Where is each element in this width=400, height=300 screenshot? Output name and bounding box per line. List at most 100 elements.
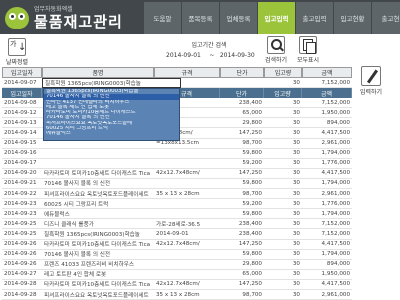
cell-qty[interactable]: 30 — [264, 169, 302, 178]
cell-amount[interactable]: 7,152,000 — [302, 229, 352, 238]
cell-qty[interactable]: 30 — [264, 139, 302, 148]
cell-amount[interactable]: 7,152,000 — [302, 219, 352, 228]
cell-price[interactable]: 238,400 — [220, 219, 264, 228]
cell-amount[interactable]: 7,152,000 — [302, 78, 352, 87]
tab-stock-in[interactable]: 입고입력 — [258, 2, 295, 34]
cell-amount[interactable]: 1,950,000 — [302, 270, 352, 279]
cell-spec[interactable] — [154, 179, 220, 188]
cell-name[interactable]: 피셔프라이스요요 옥토넛옥토포드플레이세트 — [42, 290, 154, 299]
cell-name[interactable]: 에듀블럭스 — [42, 209, 154, 218]
cell-qty[interactable]: 30 — [264, 78, 302, 87]
cell-price[interactable]: 59,200 — [220, 159, 264, 168]
tab-stock-in-status[interactable]: 입고현황 — [334, 2, 371, 34]
cell-qty[interactable]: 30 — [264, 240, 302, 249]
cell-date[interactable]: 2014-09-26 — [2, 250, 42, 259]
cell-spec[interactable] — [154, 250, 220, 259]
cell-date[interactable]: 2014-09-22 — [2, 189, 42, 198]
cell-amount[interactable]: 4,417,500 — [302, 128, 352, 137]
cell-price[interactable] — [220, 78, 264, 87]
table-row[interactable]: 2014-09-17 59,200 30 1,776,000 — [2, 159, 352, 169]
cell-price[interactable]: 29,800 — [220, 118, 264, 127]
cell-spec[interactable]: 35 x 13 x 28cm — [154, 290, 220, 299]
cell-spec[interactable] — [154, 209, 220, 218]
cell-spec[interactable]: 42x12.7x48cm/ — [154, 280, 220, 289]
cell-price[interactable]: 98,700 — [220, 189, 264, 198]
cell-qty[interactable]: 30 — [264, 179, 302, 188]
cell-amount[interactable]: 894,000 — [302, 260, 352, 269]
table-row[interactable]: 2014-09-26 타카라토미 토미카10층세트 다이캐스트 Tica 42x12… — [2, 240, 352, 250]
cell-spec[interactable]: 35 x 13 x 28cm — [154, 189, 220, 198]
cell-spec[interactable] — [154, 260, 220, 269]
table-row[interactable]: 2014-09-23 60025 시티 그랑프리 트럭 59,200 30 1,776,… — [2, 199, 352, 210]
cell-price[interactable]: 29,800 — [220, 260, 264, 269]
table-row[interactable]: 2014-09-16 59,800 30 1,794,000 — [2, 149, 352, 159]
cell-qty[interactable]: 30 — [264, 149, 302, 158]
cell-qty[interactable]: 30 — [264, 270, 302, 279]
cell-spec[interactable]: 2014-09-01 — [154, 229, 220, 238]
cell-date[interactable]: 2014-09-25 — [2, 219, 42, 228]
date-to-field[interactable]: 2014-09-30 — [220, 52, 258, 59]
tab-stock-out-status[interactable]: 출고현 — [372, 2, 400, 34]
date-from-field[interactable]: 2014-09-01 — [166, 52, 204, 59]
cell-amount[interactable]: 2,961,000 — [302, 290, 352, 299]
cell-amount[interactable]: 1,794,000 — [302, 250, 352, 259]
tab-company-register[interactable]: 업체등록 — [220, 2, 257, 34]
cell-qty[interactable]: 30 — [264, 219, 302, 228]
show-all-button[interactable]: 모두표시 — [294, 36, 322, 64]
cell-spec[interactable]: 42x12.7x48cm/ — [154, 240, 220, 249]
table-row[interactable]: 2014-09-26 프렌즈 41033 프렌즈리비 비치하우스 29,800 30 8… — [2, 260, 352, 270]
cell-date[interactable]: 2014-09-27 — [2, 270, 42, 279]
table-row[interactable]: 2014-09-25 디즈니 클래식 롤풍가 가로-28세로-36.5 238,400… — [2, 219, 352, 230]
cell-spec[interactable] — [154, 149, 220, 158]
cell-date[interactable]: 2014-09-28 — [2, 280, 42, 289]
cell-price[interactable]: 59,800 — [220, 149, 264, 158]
cell-amount[interactable]: 7,152,000 — [302, 98, 352, 107]
table-row[interactable]: 2014-09-22 피셔프라이스요요 옥토넛옥토포드플레이세트 35 x 13 x… — [2, 189, 352, 200]
search-button[interactable]: 검색하기 — [262, 36, 290, 64]
cell-date[interactable]: 2014-09-15 — [2, 139, 42, 148]
cell-price[interactable]: 65,000 — [220, 108, 264, 117]
cell-date[interactable]: 2014-09-12 — [2, 108, 42, 117]
cell-date[interactable]: 2014-09-13 — [2, 118, 42, 127]
cell-name[interactable]: 칠흑학원 1365pcs(IRING0003)학습놀 — [42, 229, 154, 238]
cell-date[interactable]: 2014-09-26 — [2, 240, 42, 249]
cell-amount[interactable]: 4,417,500 — [302, 169, 352, 178]
cell-spec[interactable] — [154, 159, 220, 168]
cell-spec[interactable]: 가로-28세로-36.5 — [154, 219, 220, 228]
cell-name[interactable]: 프렌즈 41033 프렌즈리비 비치하우스 — [42, 260, 154, 269]
cell-price[interactable]: 98,700 — [220, 139, 264, 148]
cell-qty[interactable]: 30 — [264, 98, 302, 107]
table-row[interactable]: 2014-09-28 피셔프라이스요요 옥토넛옥토포드플레이세트 35 x 13 x… — [2, 290, 352, 300]
cell-amount[interactable]: 2,961,000 — [302, 189, 352, 198]
cell-date[interactable]: 2014-09-14 — [2, 128, 42, 137]
cell-date[interactable]: 2014-09-23 — [2, 209, 42, 218]
cell-amount[interactable]: 4,417,500 — [302, 240, 352, 249]
cell-amount[interactable]: 1,794,000 — [302, 209, 352, 218]
table-row[interactable]: 2014-09-23 에듀블럭스 59,800 30 1,794,000 — [2, 209, 352, 220]
cell-name[interactable]: 타카라토미 토미카10층세트 다이캐스트 Tica — [42, 280, 154, 289]
dropdown-option[interactable]: 에듀블럭스 — [44, 131, 179, 136]
cell-qty[interactable]: 30 — [264, 199, 302, 208]
cell-price[interactable]: 238,400 — [220, 98, 264, 107]
table-row[interactable]: 2014-09-27 레고 토트판 4인 합체 로봇 65,000 30 1,950,0… — [2, 270, 352, 280]
cell-spec[interactable] — [154, 270, 220, 279]
sort-by-date-button[interactable]: 날짜정렬 — [4, 38, 30, 66]
cell-qty[interactable]: 30 — [264, 128, 302, 137]
cell-price[interactable]: 65,000 — [220, 270, 264, 279]
cell-date[interactable]: 2014-09-08 — [2, 98, 42, 107]
product-dropdown[interactable]: 칠흑학원 1365pcs(IRING0003)학습놀 70146 볼사지 블록 의… — [43, 88, 180, 141]
cell-qty[interactable]: 30 — [264, 260, 302, 269]
table-row[interactable]: 2014-09-20 타카라토미 토미카10층세트 다이캐스트 Tica 42x12… — [2, 169, 352, 179]
cell-qty[interactable]: 30 — [264, 108, 302, 117]
cell-price[interactable]: 147,250 — [220, 280, 264, 289]
cell-amount[interactable]: 1,776,000 — [302, 199, 352, 208]
cell-date[interactable]: 2014-09-16 — [2, 149, 42, 158]
cell-qty[interactable]: 30 — [264, 209, 302, 218]
col-header-price[interactable]: 단가 — [220, 88, 264, 98]
cell-name[interactable]: 타카라토미 토미카10층세트 다이캐스트 Tica — [42, 169, 154, 178]
table-row[interactable]: 2014-09-26 70146 볼사지 블록 의 신전 59,800 30 1,794… — [2, 250, 352, 260]
cell-qty[interactable]: 30 — [264, 189, 302, 198]
cell-qty[interactable]: 30 — [264, 250, 302, 259]
col-header-amount[interactable]: 금액 — [302, 88, 352, 98]
tab-stock-out[interactable]: 출고입력 — [296, 2, 333, 34]
